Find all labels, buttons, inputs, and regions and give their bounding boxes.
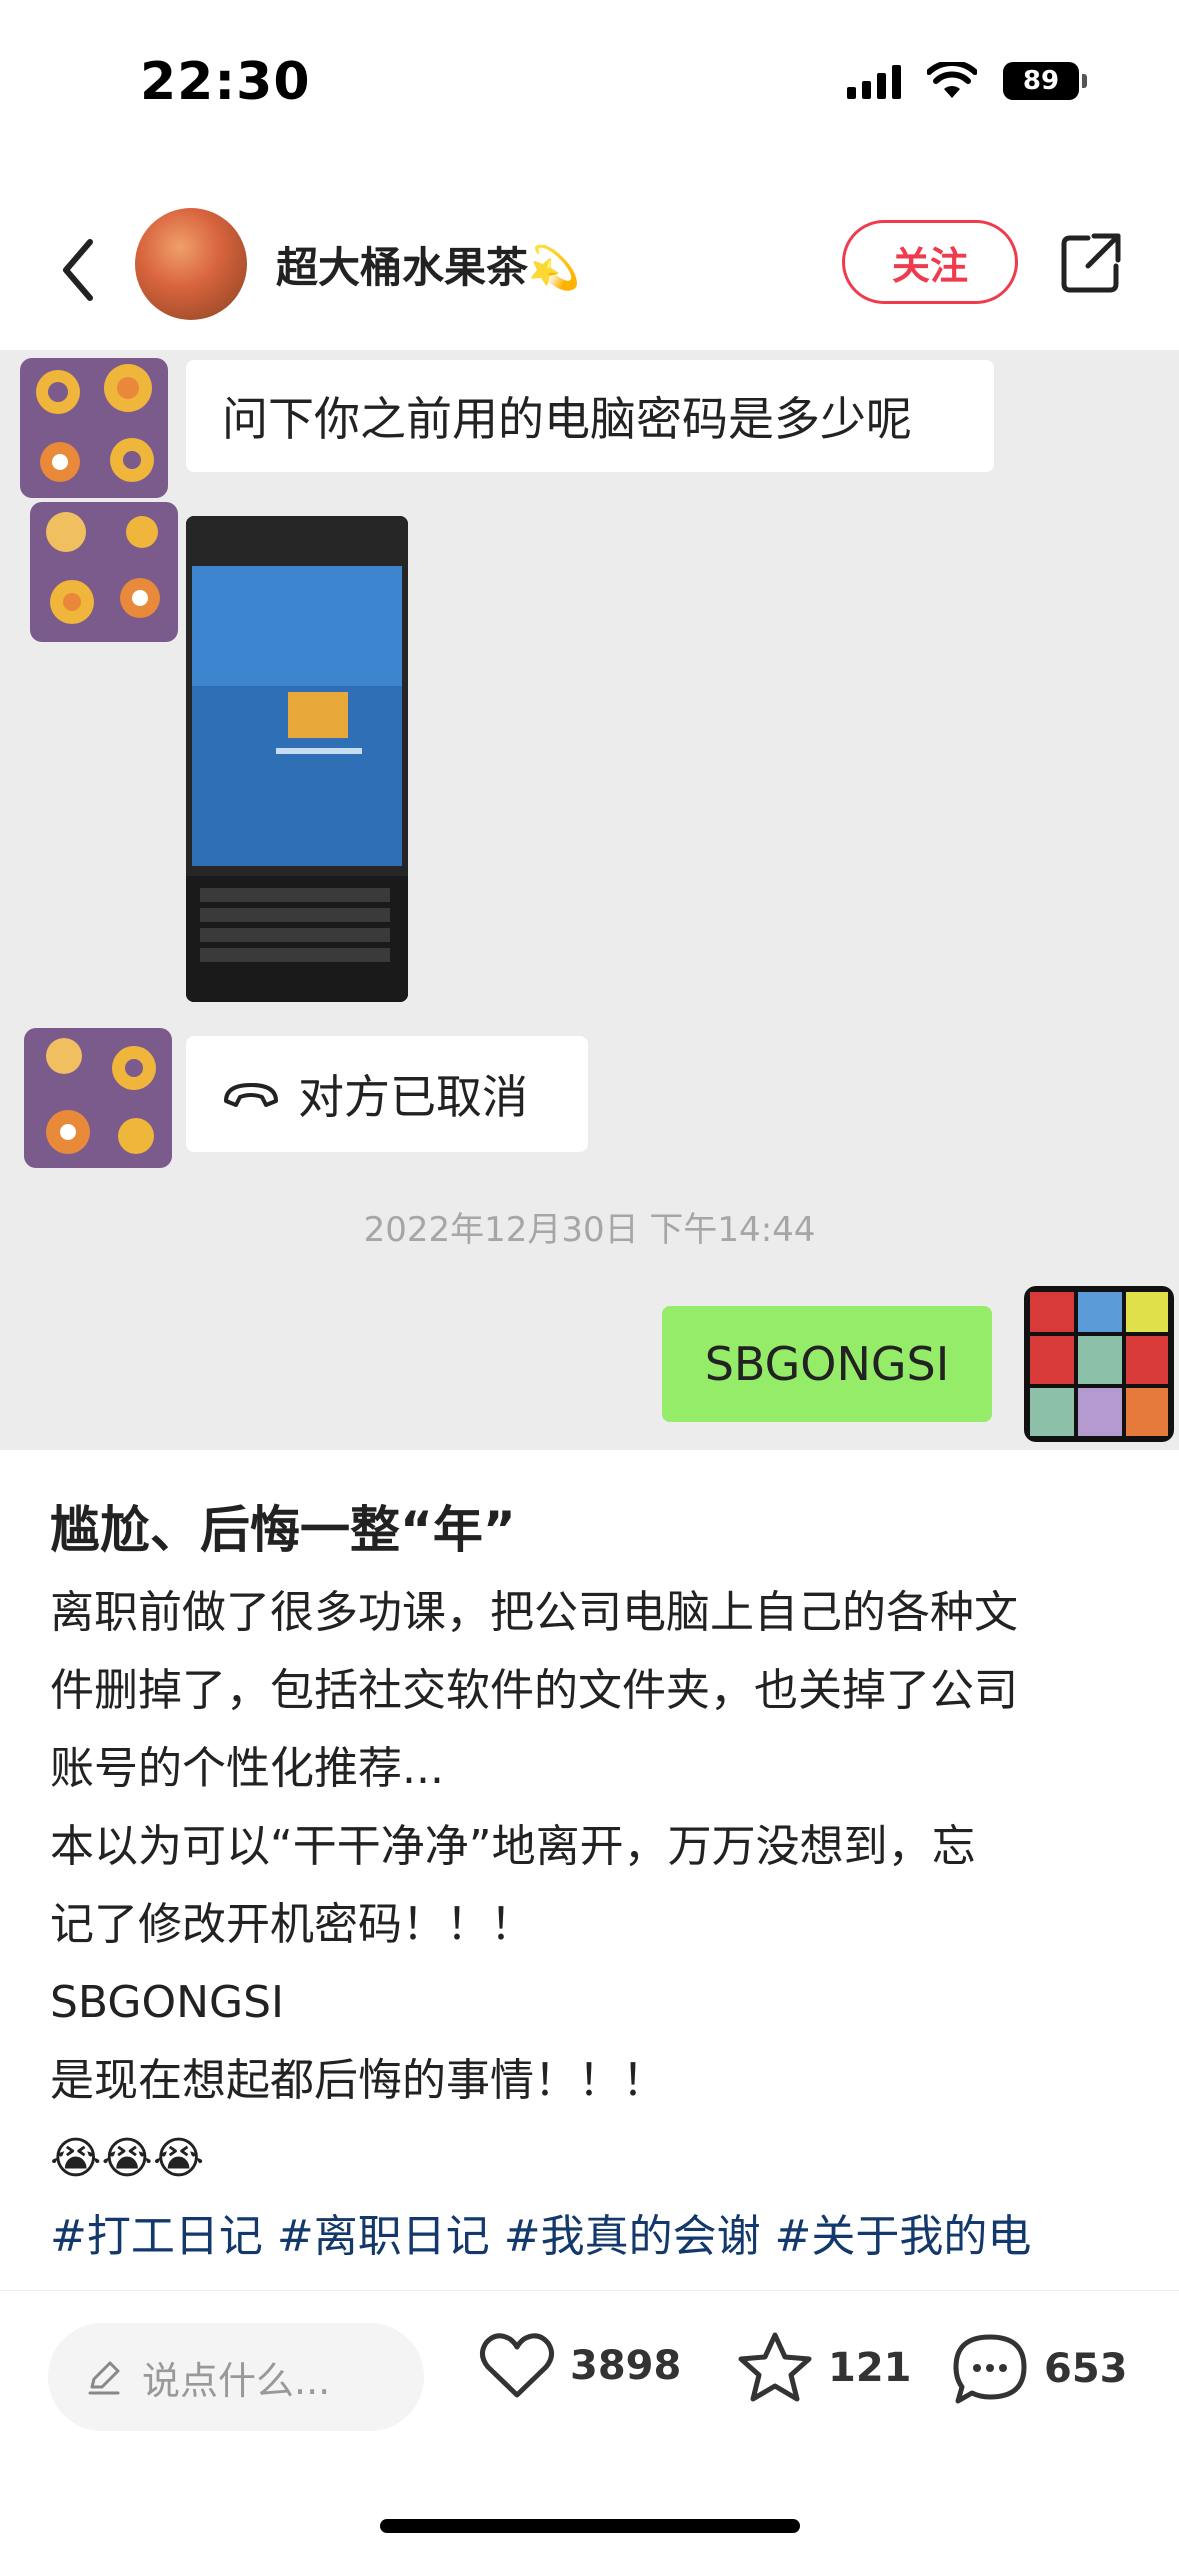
status-icons: 89 xyxy=(847,62,1087,100)
like-count: 3898 xyxy=(570,2343,682,2389)
post-emoji-line: 😭😭😭 xyxy=(50,2133,205,2184)
post-line: 是现在想起都后悔的事情！！！ xyxy=(50,2055,666,2106)
comment-placeholder: 说点什么... xyxy=(142,2358,331,2403)
chat-image-laptop-photo xyxy=(186,516,408,1002)
favorite-button[interactable]: 121 xyxy=(736,2331,912,2405)
chat-avatar-left xyxy=(24,1028,172,1168)
post-line: SBGONGSI xyxy=(50,1977,284,2028)
post-line: 记了修改开机密码！！！ xyxy=(50,1899,534,1950)
chat-avatar-left xyxy=(20,358,168,498)
like-button[interactable]: 3898 xyxy=(478,2331,681,2401)
author-avatar[interactable] xyxy=(135,208,247,320)
chat-avatar-left xyxy=(30,502,178,642)
bottom-action-bar: 说点什么... 3898 121 653 xyxy=(0,2290,1179,2556)
author-name[interactable]: 超大桶水果茶💫 xyxy=(276,234,580,295)
cellular-signal-icon xyxy=(847,63,901,99)
comment-input[interactable]: 说点什么... xyxy=(48,2323,424,2431)
post-body: 离职前做了很多功课，把公司电脑上自己的各种文 件删掉了，包括社交软件的文件夹，也… xyxy=(50,1574,1130,2276)
chat-bubble-icon xyxy=(953,2334,1027,2404)
chat-bubble-call-cancelled: 对方已取消 xyxy=(186,1036,588,1152)
status-bar: 22:30 89 xyxy=(0,0,1179,170)
post-line: 账号的个性化推荐... xyxy=(50,1743,444,1794)
post-title: 尴尬、后悔一整“年” xyxy=(50,1501,516,1559)
post-line: 离职前做了很多功课，把公司电脑上自己的各种文 xyxy=(50,1587,1018,1638)
post-hashtags[interactable]: #打工日记 #离职日记 #我真的会谢 #关于我的电 xyxy=(50,2198,1130,2276)
status-time: 22:30 xyxy=(140,52,311,112)
comment-count: 653 xyxy=(1044,2346,1128,2392)
post-image-chat-screenshot[interactable]: 问下你之前用的电脑密码是多少呢 对方已取消 2022年12月30日 下午14:4… xyxy=(0,350,1179,1450)
chat-timestamp: 2022年12月30日 下午14:44 xyxy=(363,1210,816,1250)
battery-icon: 89 xyxy=(1003,62,1087,100)
chat-avatar-right xyxy=(1024,1286,1174,1442)
back-arrow-icon[interactable] xyxy=(48,230,108,310)
share-icon[interactable] xyxy=(1058,230,1124,296)
post-header: 超大桶水果茶💫 关注 xyxy=(0,190,1179,350)
star-icon xyxy=(738,2332,812,2402)
photo-icon xyxy=(186,516,408,1002)
battery-level: 89 xyxy=(1022,66,1060,96)
post-line: 件删掉了，包括社交软件的文件夹，也关掉了公司 xyxy=(50,1665,1018,1716)
phone-hangup-icon xyxy=(224,1083,278,1107)
chat-bubble-question: 问下你之前用的电脑密码是多少呢 xyxy=(186,360,994,472)
home-indicator[interactable] xyxy=(380,2519,800,2533)
post-line: 本以为可以“干干净净”地离开，万万没想到，忘 xyxy=(50,1821,976,1872)
favorite-count: 121 xyxy=(828,2345,912,2391)
pencil-icon xyxy=(88,2361,120,2395)
chat-bubble-reply: SBGONGSI xyxy=(662,1306,992,1422)
comment-button[interactable]: 653 xyxy=(950,2331,1128,2407)
follow-button[interactable]: 关注 xyxy=(842,220,1018,304)
wifi-icon xyxy=(927,62,977,98)
heart-icon xyxy=(480,2333,554,2398)
